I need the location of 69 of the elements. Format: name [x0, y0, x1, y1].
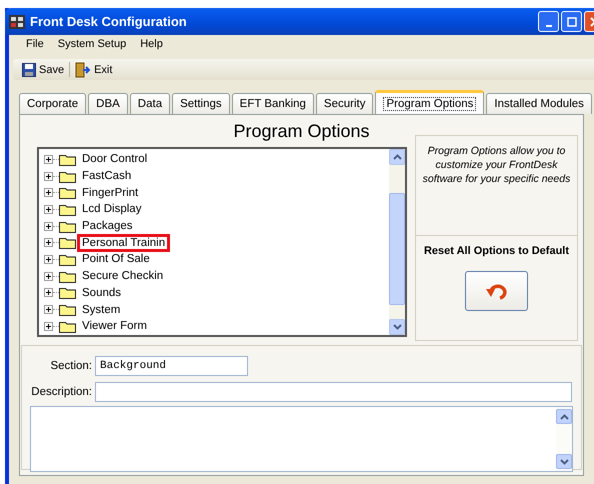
folder-icon	[59, 202, 76, 216]
maximize-icon	[566, 16, 576, 26]
window-title: Front Desk Configuration	[30, 14, 188, 29]
expand-icon[interactable]	[44, 288, 53, 298]
section-field[interactable]: Background	[95, 356, 248, 376]
folder-icon	[59, 236, 76, 250]
expand-icon[interactable]	[44, 322, 53, 331]
app-icon	[9, 14, 25, 28]
exit-button[interactable]: Exit	[72, 62, 116, 78]
tree-item[interactable]: Door Control	[80, 153, 150, 166]
folder-icon	[59, 303, 76, 316]
expand-icon[interactable]	[44, 272, 53, 281]
tab[interactable]: Corporate	[19, 93, 86, 114]
scroll-up-button[interactable]	[389, 149, 405, 165]
panel-heading: Program Options	[232, 121, 371, 143]
tab[interactable]: Installed Modules	[486, 93, 592, 114]
tree-item[interactable]: Viewer Form	[80, 320, 149, 332]
undo-icon	[486, 282, 508, 300]
folder-icon	[59, 320, 76, 333]
tree-item[interactable]: Packages	[80, 220, 135, 232]
expand-icon[interactable]	[44, 204, 53, 214]
tab[interactable]: DBA	[88, 93, 128, 114]
scroll-up-button[interactable]	[556, 409, 572, 424]
notes-field[interactable]	[30, 406, 573, 472]
tree-item[interactable]: FastCash	[80, 170, 134, 182]
folder-icon	[59, 170, 76, 183]
folder-icon	[59, 270, 76, 283]
folder-icon	[59, 286, 76, 300]
tab[interactable]: Program Options	[375, 90, 484, 114]
minimize-button[interactable]	[538, 11, 559, 32]
scroll-down-button[interactable]	[556, 454, 572, 469]
door-arrow-icon	[75, 62, 92, 78]
tree-item[interactable]: System	[80, 304, 122, 316]
menu-item[interactable]: File	[26, 38, 44, 55]
expand-icon[interactable]	[44, 238, 53, 248]
scroll-down-button[interactable]	[389, 319, 405, 335]
tree-item[interactable]: Lcd Display	[80, 203, 144, 216]
info-text: Program Options allow you to customize your FrontDesk software for your specific needs	[416, 136, 577, 236]
tree-item[interactable]: Point Of Sale	[80, 253, 152, 266]
description-label: Description:	[30, 386, 93, 398]
tab[interactable]: EFT Banking	[232, 93, 314, 114]
section-label: Section:	[49, 360, 93, 372]
tree-item[interactable]: Secure Checkin	[80, 270, 166, 282]
save-button[interactable]: Save	[19, 62, 68, 76]
folder-icon	[59, 152, 76, 166]
scroll-thumb[interactable]	[389, 193, 405, 305]
menu-item[interactable]: System Setup	[58, 38, 126, 55]
expand-icon[interactable]	[44, 188, 53, 198]
expand-icon[interactable]	[44, 154, 53, 164]
minimize-icon	[546, 24, 552, 26]
expand-icon[interactable]	[44, 222, 53, 231]
folder-icon	[59, 186, 76, 200]
tab[interactable]: Settings	[172, 93, 230, 114]
expand-icon[interactable]	[44, 172, 53, 181]
tree-item[interactable]: FingerPrint	[80, 186, 140, 199]
expand-icon[interactable]	[44, 305, 53, 314]
expand-icon[interactable]	[44, 254, 53, 264]
tab[interactable]: Security	[316, 93, 374, 114]
tree-item[interactable]: Personal Trainin	[80, 236, 168, 249]
reset-button[interactable]	[465, 271, 528, 311]
tree-item[interactable]: Sounds	[80, 286, 124, 299]
folder-icon	[59, 252, 76, 266]
maximize-button[interactable]	[561, 11, 582, 32]
scrollbar[interactable]	[389, 149, 405, 335]
tab[interactable]: Data	[130, 93, 170, 114]
folder-icon	[59, 220, 76, 233]
description-field[interactable]	[95, 382, 572, 402]
reset-label: Reset All Options to Default	[424, 245, 570, 257]
menu-item[interactable]: Help	[140, 38, 163, 55]
